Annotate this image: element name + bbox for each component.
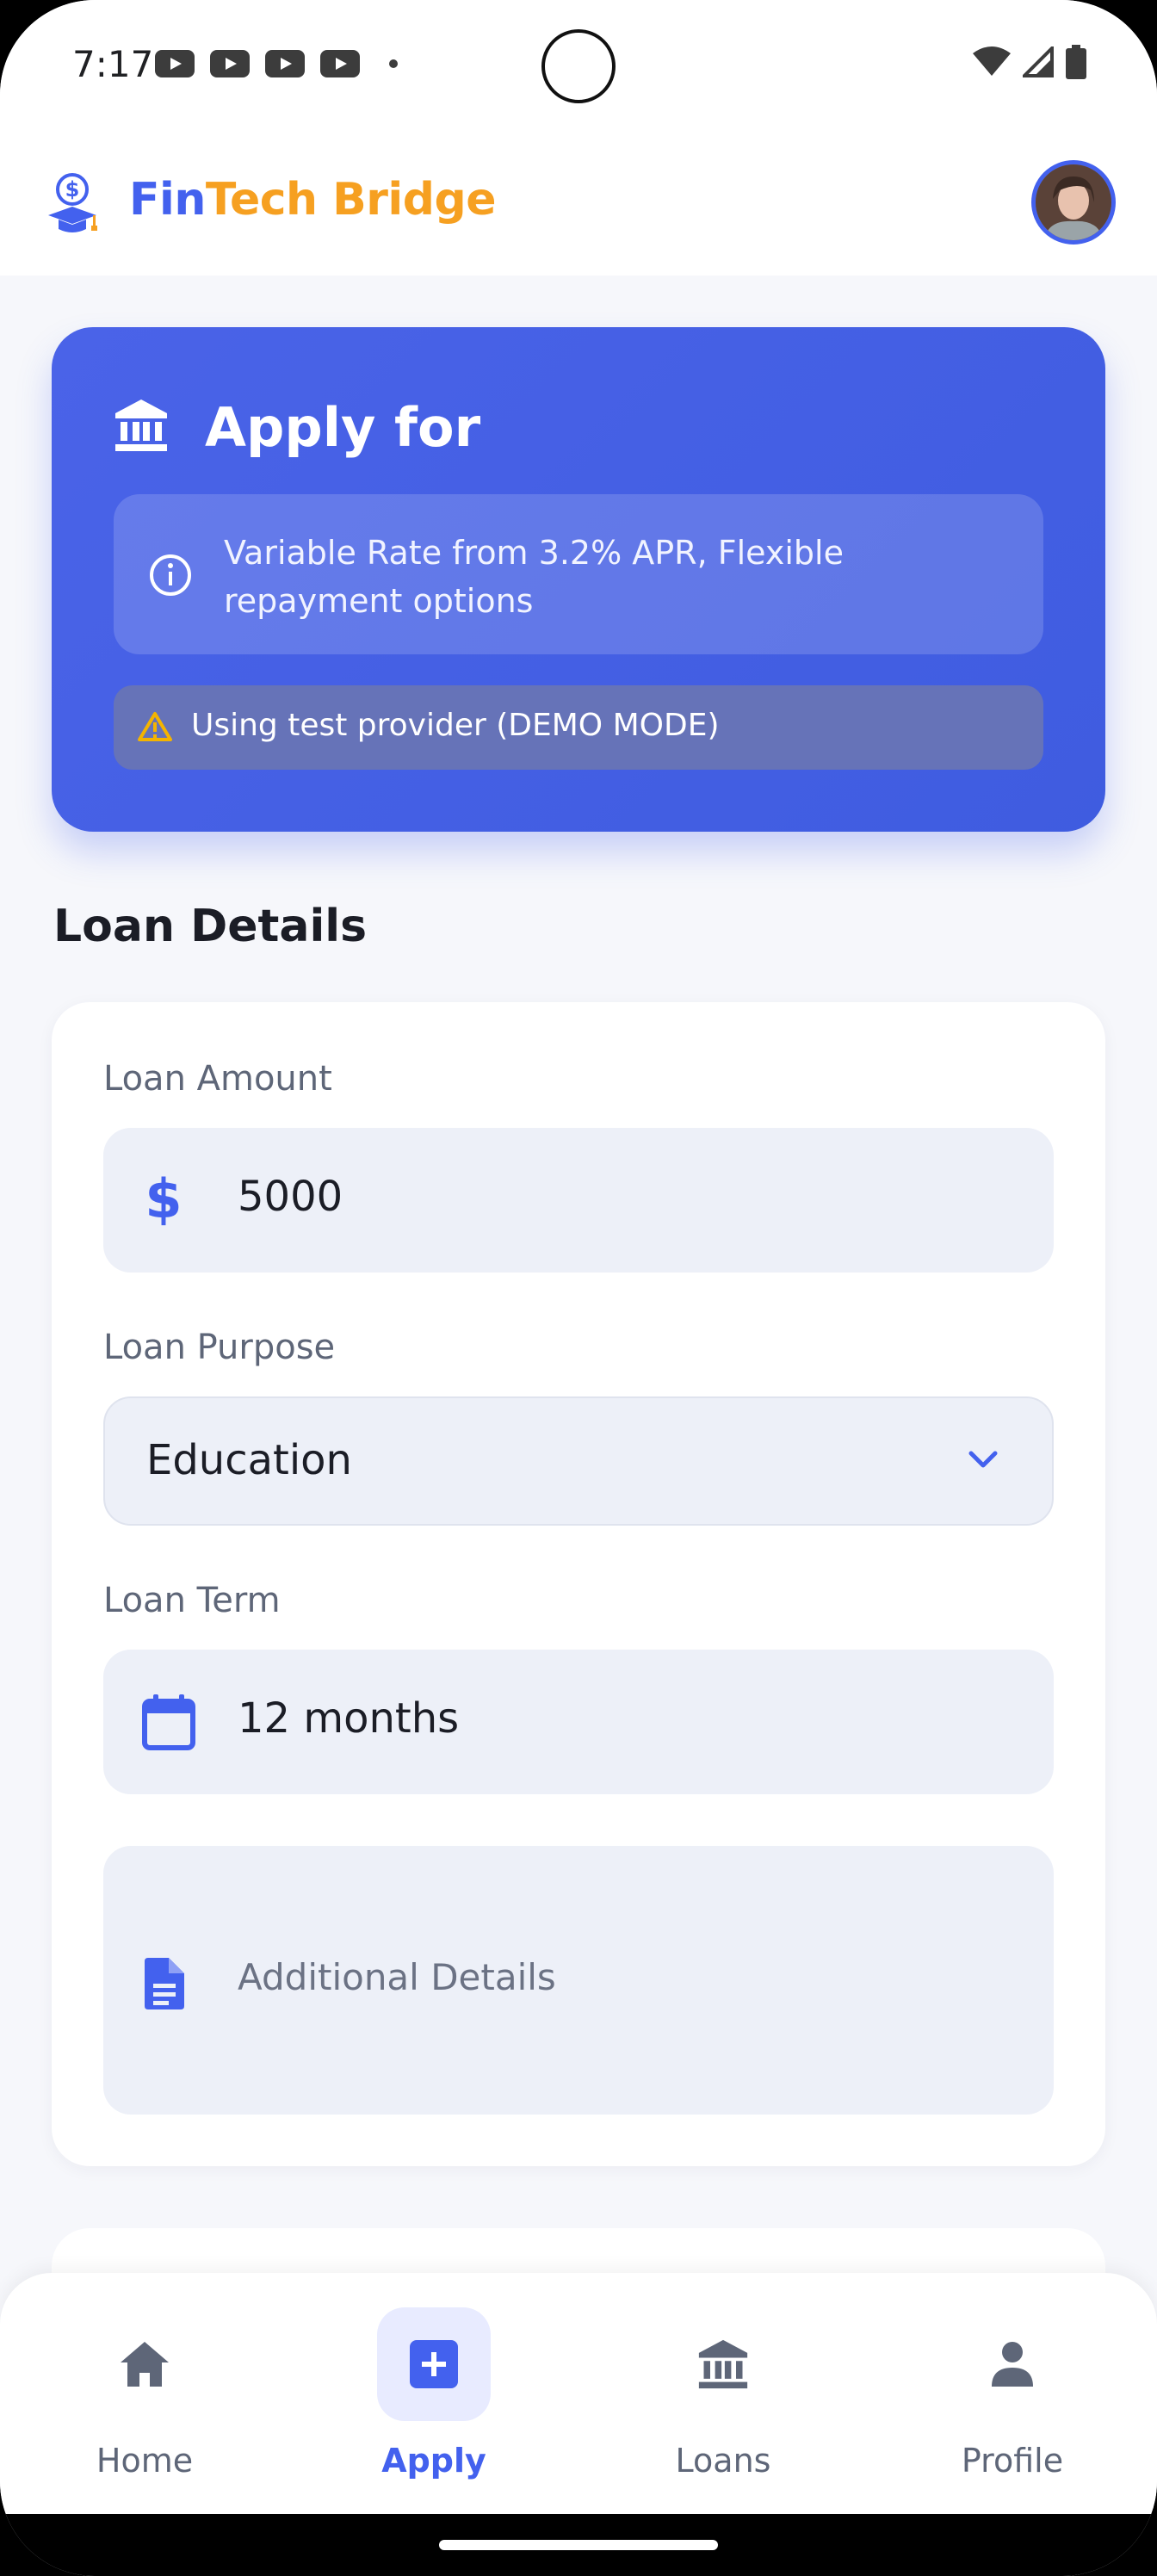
home-icon — [121, 2342, 169, 2387]
nav-profile-icon-wrap — [956, 2307, 1069, 2421]
dollar-icon: $ — [145, 1171, 182, 1226]
more-notifications-icon — [389, 59, 398, 68]
nav-home-icon-wrap — [88, 2307, 201, 2421]
app-header: $ FinTech Bridge — [0, 129, 1157, 276]
apply-hero-card: Apply for Variable Rate from 3.2% APR, F… — [52, 327, 1105, 832]
additional-details-textarea[interactable]: Additional Details — [103, 1846, 1054, 2115]
youtube-notification-icon — [320, 50, 360, 77]
loan-amount-label: Loan Amount — [103, 1059, 332, 1099]
graduation-dollar-logo-icon: $ — [48, 173, 97, 232]
section-title-loan-details: Loan Details — [53, 901, 368, 952]
demo-mode-banner: Using test provider (DEMO MODE) — [114, 685, 1043, 770]
nav-item-profile[interactable]: Profile — [918, 2307, 1107, 2497]
loan-amount-input[interactable]: $ 5000 — [103, 1128, 1054, 1273]
svg-text:$: $ — [145, 1171, 182, 1226]
signal-icon — [1023, 46, 1054, 77]
loan-term-label: Loan Term — [103, 1581, 281, 1620]
phone-screen: 7:17 $ FinTech Bridge Apply for Variable… — [0, 0, 1157, 2576]
battery-icon — [1066, 45, 1086, 79]
status-time: 7:17 — [72, 43, 154, 85]
person-icon — [992, 2342, 1033, 2387]
nav-label-profile: Profile — [961, 2442, 1064, 2480]
warning-icon — [138, 712, 172, 741]
loan-purpose-select[interactable]: Education — [103, 1396, 1054, 1526]
nav-item-home[interactable]: Home — [50, 2307, 239, 2497]
loan-details-form: Loan Amount $ 5000 Loan Purpose Educatio… — [52, 1002, 1105, 2166]
bottom-navigation: Home Apply Loans Profile — [0, 2273, 1157, 2514]
nav-item-apply[interactable]: Apply — [339, 2307, 529, 2497]
nav-loans-icon-wrap — [666, 2307, 780, 2421]
brand-part-rest: Tech Bridge — [205, 174, 497, 226]
loan-amount-value: 5000 — [238, 1173, 343, 1221]
camera-cutout — [541, 29, 616, 103]
status-bar: 7:17 — [0, 0, 1157, 129]
youtube-notification-icon — [210, 50, 250, 77]
demo-mode-text: Using test provider (DEMO MODE) — [191, 708, 720, 743]
info-icon — [150, 554, 191, 596]
hero-title: Apply for — [205, 396, 481, 459]
chevron-down-icon — [968, 1451, 998, 1468]
calendar-icon — [142, 1694, 195, 1750]
document-icon — [145, 1958, 184, 2009]
loan-term-value: 12 months — [238, 1694, 460, 1743]
nav-label-home: Home — [96, 2442, 194, 2480]
wifi-icon — [973, 46, 1011, 76]
rate-info-text: Variable Rate from 3.2% APR, Flexible re… — [224, 534, 844, 620]
nav-apply-icon-wrap — [377, 2307, 491, 2421]
avatar-portrait-icon — [1036, 164, 1111, 240]
user-avatar[interactable] — [1031, 160, 1116, 245]
svg-text:$: $ — [65, 177, 80, 201]
nav-item-loans[interactable]: Loans — [628, 2307, 818, 2497]
additional-details-placeholder: Additional Details — [238, 1956, 556, 1998]
loan-purpose-value: Education — [146, 1436, 352, 1484]
home-gesture-bar[interactable] — [439, 2540, 718, 2550]
youtube-notification-icon — [265, 50, 305, 77]
notification-icons — [155, 50, 398, 77]
youtube-notification-icon — [155, 50, 195, 77]
loan-purpose-label: Loan Purpose — [103, 1328, 336, 1367]
bank-icon — [115, 399, 167, 451]
app-brand: FinTech Bridge — [129, 174, 496, 226]
nav-label-loans: Loans — [675, 2442, 771, 2480]
rate-info-box: Variable Rate from 3.2% APR, Flexible re… — [114, 494, 1043, 654]
nav-label-apply: Apply — [381, 2442, 486, 2480]
bank-icon — [698, 2339, 748, 2389]
system-status-icons — [973, 45, 1086, 79]
brand-part-fin: Fin — [129, 174, 206, 226]
plus-square-icon — [410, 2340, 458, 2388]
loan-term-input[interactable]: 12 months — [103, 1650, 1054, 1794]
